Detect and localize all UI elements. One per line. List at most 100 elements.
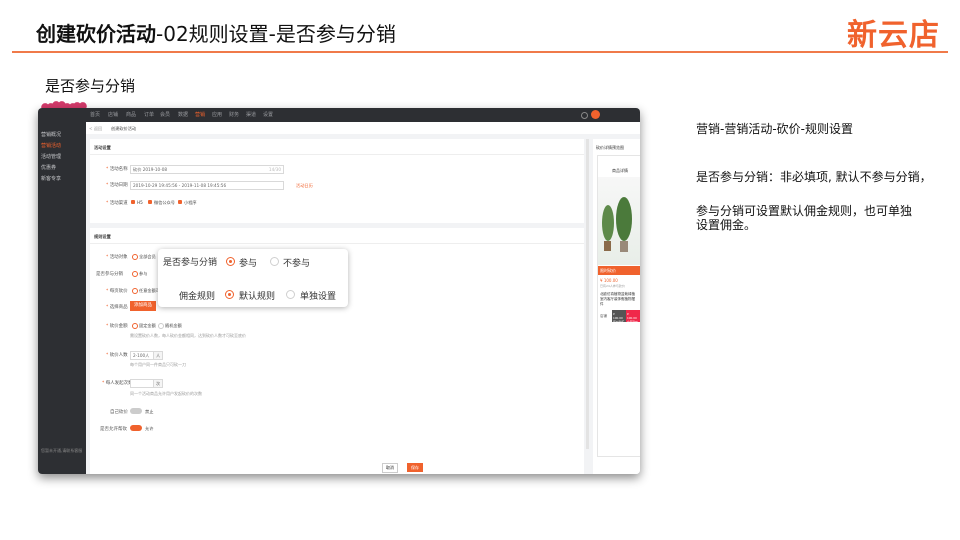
option-participate: 参与 xyxy=(239,259,258,269)
bargain-now-button[interactable]: ¥ 100.00 立即砍价 xyxy=(626,310,640,324)
field-label: * 选择商品 xyxy=(106,305,128,310)
brand-logo: 新云店 xyxy=(847,18,940,53)
avatar[interactable] xyxy=(591,110,600,119)
option-not-participate: 不参与 xyxy=(283,259,311,269)
note-breadcrumb: 营销-营销活动-砍价-规则设置 xyxy=(696,122,853,136)
goods-value: 全部会员 xyxy=(139,254,156,259)
preview-panel: 砍价详情预览图 商品详情 限时砍价 ¥ 100.00 已有24人参与砍价 北欧仿… xyxy=(593,139,640,474)
back-link[interactable]: < 返回 xyxy=(89,126,102,132)
field-label: * 每页砍价 xyxy=(106,289,128,294)
sidebar-item[interactable]: 优惠券 xyxy=(41,164,56,171)
note-line-3: 设置佣金。 xyxy=(696,218,757,232)
nav-item[interactable]: 财务 xyxy=(229,111,239,118)
nav-item[interactable]: 商品 xyxy=(126,111,136,118)
self-bargain-value: 禁止 xyxy=(145,409,154,414)
radio-default-rule[interactable] xyxy=(225,290,234,299)
phone-preview: 商品详情 限时砍价 ¥ 100.00 已有24人参与砍价 北欧仿真植物盆栽绿植室… xyxy=(597,155,640,457)
slide-title: 创建砍价活动-02规则设置-是否参与分销 xyxy=(36,18,396,47)
field-label: 是否参与分销 xyxy=(96,272,123,277)
field-label: * 每人发起次数 xyxy=(102,381,133,386)
calendar-link[interactable]: 活动日历 xyxy=(296,183,313,189)
activity-name-input[interactable]: 砍价 2019-10-08 14/30 xyxy=(130,165,284,174)
slide-title-rest: -02规则设置-是否参与分销 xyxy=(156,22,396,46)
add-goods-button[interactable]: 添加商品 xyxy=(130,301,156,311)
nav-item-active[interactable]: 营销 xyxy=(195,111,205,118)
channel-checkbox[interactable] xyxy=(131,200,135,204)
popup-label-distribution: 是否参与分销 xyxy=(163,258,218,268)
channel-label: H5 xyxy=(137,200,143,205)
sidebar-item-active[interactable]: 营销活动 xyxy=(41,142,61,149)
bargain-fixed-radio[interactable] xyxy=(132,323,138,329)
limit-unit: 次 xyxy=(153,379,163,388)
distribution-radio[interactable] xyxy=(132,271,138,277)
save-button[interactable]: 保存 xyxy=(407,463,423,472)
nav-item[interactable]: 渠道 xyxy=(246,111,256,118)
radio-participate[interactable] xyxy=(226,257,235,266)
note-line-1: 是否参与分销：非必填项, 默认不参与分销， xyxy=(696,170,932,184)
self-bargain-toggle[interactable] xyxy=(130,408,142,414)
card-title: 活动设置 xyxy=(94,145,111,150)
sidebar-footer: 您暂未开通,请联系客服 xyxy=(41,448,83,453)
page-heading: 创建砍价活动 xyxy=(111,126,137,131)
cancel-button[interactable]: 取消 xyxy=(382,463,398,473)
home-link[interactable]: 店铺 xyxy=(600,314,607,319)
nav-item[interactable]: 会员 xyxy=(160,111,170,118)
distribution-popup: 是否参与分销 参与 不参与 佣金规则 默认规则 单独设置 xyxy=(158,249,348,307)
distribution-value: 参与 xyxy=(139,271,148,276)
scrollbar[interactable] xyxy=(586,139,589,449)
sidebar-item[interactable]: 新客专享 xyxy=(41,175,61,182)
field-label: * 砍价人数 xyxy=(106,353,128,358)
goods-radio[interactable] xyxy=(132,254,138,260)
original-price-button[interactable]: ¥ 100.00 原价购买 xyxy=(612,310,626,324)
field-label: * 活动对象 xyxy=(106,255,128,260)
product-image xyxy=(598,177,640,265)
page-header: < 返回 创建砍价活动 xyxy=(86,122,640,134)
section-heading: 是否参与分销 xyxy=(45,77,136,95)
bargain-hint: 需设置砍价人数，每人砍价金额相同，达到砍价人数才可砍至底价 xyxy=(130,333,246,338)
card-title: 规则设置 xyxy=(94,234,111,239)
bargain-option: 随机金额 xyxy=(165,323,182,328)
price-note: 已有24人参与砍价 xyxy=(600,284,625,288)
field-label: * 活动日期 xyxy=(106,183,128,188)
channel-checkbox[interactable] xyxy=(148,200,152,204)
nav-item[interactable]: 店铺 xyxy=(108,111,118,118)
price-tag: ¥ 100.00 xyxy=(600,278,618,283)
phone-header: 商品详情 xyxy=(612,168,628,173)
app-top-nav: 首页 店铺 商品 订单 会员 数据 营销 应用 财务 渠道 设置 xyxy=(38,108,640,122)
people-hint: 每个用户同一件商品只可砍一刀 xyxy=(130,362,186,367)
field-label: * 砍价金额 xyxy=(106,324,128,329)
option-custom-rule: 单独设置 xyxy=(300,292,337,302)
people-input[interactable]: 2-100人 xyxy=(130,351,154,360)
field-label: 是否允许帮砍 xyxy=(100,427,127,432)
channel-label: 微信公众号 xyxy=(154,200,175,205)
field-label: 自己砍价 xyxy=(110,410,128,415)
channel-label: 小程序 xyxy=(184,200,197,205)
nav-item[interactable]: 应用 xyxy=(212,111,222,118)
preview-title: 砍价详情预览图 xyxy=(596,145,624,150)
sidebar-item[interactable]: 活动管理 xyxy=(41,153,61,160)
bargain-random-radio[interactable] xyxy=(158,323,164,329)
option-default-rule: 默认规则 xyxy=(239,292,276,302)
bargain-rule-radio[interactable] xyxy=(132,288,138,294)
product-name: 北欧仿真植物盆栽绿植室内客厅装饰假植物摆件 xyxy=(600,292,635,306)
nav-item[interactable]: 设置 xyxy=(263,111,273,118)
limit-hint: 同一个活动商品允许用户发起砍价的次数 xyxy=(130,391,202,396)
radio-not-participate[interactable] xyxy=(270,257,279,266)
share-bargain-value: 允许 xyxy=(145,426,154,431)
bargain-banner: 限时砍价 xyxy=(598,266,640,275)
header-divider xyxy=(12,51,948,53)
nav-item[interactable]: 首页 xyxy=(90,111,100,118)
activity-date-input[interactable]: 2019-10-29 19:45:56 - 2019-11-08 19:45:5… xyxy=(130,181,284,190)
nav-item[interactable]: 订单 xyxy=(144,111,154,118)
limit-input[interactable] xyxy=(130,379,154,388)
search-icon[interactable] xyxy=(581,112,588,119)
bargain-option: 固定金额 xyxy=(139,323,156,328)
activity-settings-card: 活动设置 * 活动名称 砍价 2019-10-08 14/30 * 活动日期 20… xyxy=(90,139,584,223)
share-bargain-toggle[interactable] xyxy=(130,425,142,431)
nav-item[interactable]: 数据 xyxy=(178,111,188,118)
channel-checkbox[interactable] xyxy=(178,200,182,204)
field-label: * 活动渠道 xyxy=(106,201,128,206)
sidebar-item[interactable]: 营销概况 xyxy=(41,131,61,138)
popup-label-commission: 佣金规则 xyxy=(179,292,216,302)
radio-custom-rule[interactable] xyxy=(286,290,295,299)
